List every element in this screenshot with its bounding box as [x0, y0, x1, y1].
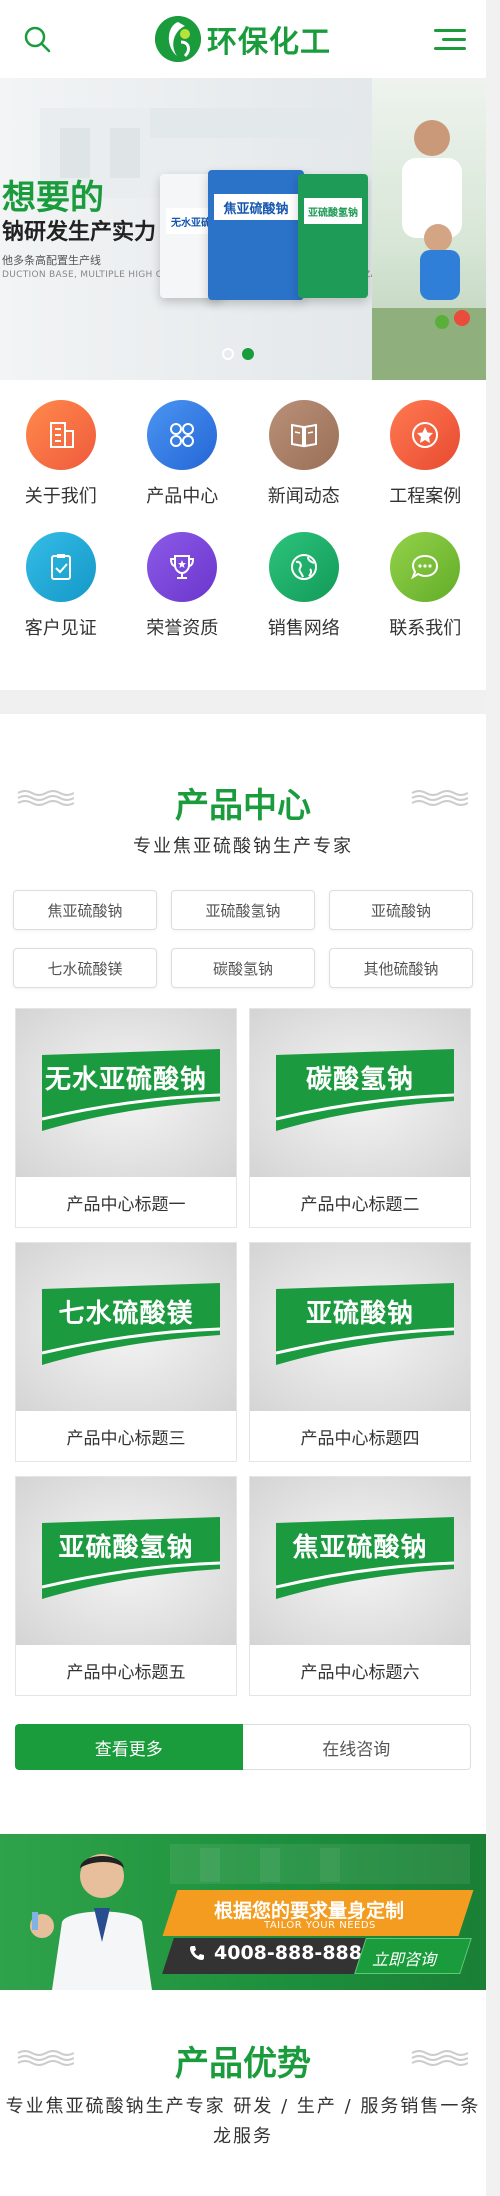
search-icon[interactable] [20, 22, 54, 56]
products-subtitle: 专业焦亚硫酸钠生产专家 [133, 836, 353, 857]
product-actions: 查看更多 在线咨询 [15, 1724, 471, 1770]
category-tag[interactable]: 七水硫酸镁 [13, 948, 157, 988]
category-tag[interactable]: 亚硫酸氢钠 [171, 890, 315, 930]
page-scrollbar[interactable] [486, 0, 500, 2196]
pagination-dot[interactable] [222, 348, 234, 360]
product-bag: 焦亚硫酸钠 [208, 170, 304, 300]
cta-title: 根据您的要求量身定制 [214, 1900, 405, 1922]
advantages-subtitle: 专业焦亚硫酸钠生产专家 研发 / 生产 / 服务销售一条龙服务 [5, 2096, 481, 2147]
online-consult-button[interactable]: 在线咨询 [242, 1724, 471, 1770]
hero-banner[interactable]: 想要的 钠研发生产实力 他多条高配置生产线 DUCTION BASE, MULT… [0, 78, 486, 380]
product-grid: 无水亚硫酸钠 产品中心标题一 碳酸氢钠 产品中心标题二 七水硫酸镁 产品中心标题… [15, 1008, 471, 1696]
product-image: 亚硫酸氢钠 [16, 1477, 236, 1645]
banner-headline: 想要的 [2, 178, 104, 218]
product-image-text: 碳酸氢钠 [305, 1065, 414, 1095]
custom-order-banner[interactable]: 根据您的要求量身定制 TAILOR YOUR NEEDS 4008-888-88… [0, 1834, 486, 1990]
phone-icon [190, 1946, 204, 1960]
globe-icon [268, 532, 339, 602]
site-logo[interactable]: 环保化工 [155, 16, 331, 62]
trophy-icon [147, 532, 218, 602]
cta-subtitle: TAILOR YOUR NEEDS [264, 1920, 376, 1931]
building-icon [25, 400, 96, 470]
cta-phone[interactable]: 4008-888-888 [188, 1942, 362, 1964]
nav-item-label: 产品中心 [146, 486, 219, 507]
book-icon [268, 400, 339, 470]
product-card[interactable]: 亚硫酸氢钠 产品中心标题五 [15, 1476, 237, 1696]
product-caption: 产品中心标题一 [66, 1194, 186, 1215]
logo-mark-icon [155, 16, 201, 62]
nav-item-about[interactable]: 关于我们 [0, 400, 122, 508]
nav-item-label: 客户见证 [24, 618, 97, 639]
bag-label: 焦亚硫酸钠 [214, 194, 298, 220]
wave-decoration-icon [411, 790, 468, 806]
category-tag[interactable]: 焦亚硫酸钠 [13, 890, 157, 930]
product-image: 碳酸氢钠 [250, 1009, 470, 1177]
section-divider [0, 690, 486, 714]
nav-item-label: 工程案例 [389, 486, 462, 507]
bag-label: 亚硫酸氢钠 [304, 198, 362, 224]
banner-pagination [222, 348, 254, 360]
product-image-text: 亚硫酸钠 [305, 1299, 414, 1329]
product-card[interactable]: 焦亚硫酸钠 产品中心标题六 [249, 1476, 471, 1696]
nav-item-testimonials[interactable]: 客户见证 [0, 532, 122, 640]
cta-consult-button[interactable]: 立即咨询 [372, 1946, 436, 1970]
product-image: 焦亚硫酸钠 [250, 1477, 470, 1645]
quick-nav: 关于我们 产品中心 新闻动态 工程案例 客户见证 荣誉资质 销售网络 联系我们 [0, 400, 486, 640]
cta-phone-number: 4008-888-888 [214, 1942, 362, 1964]
pagination-dot-active[interactable] [242, 348, 254, 360]
nav-item-news[interactable]: 新闻动态 [243, 400, 365, 508]
product-category-tags: 焦亚硫酸钠 亚硫酸氢钠 亚硫酸钠 七水硫酸镁 碳酸氢钠 其他硫酸钠 [13, 890, 473, 988]
nav-item-label: 新闻动态 [267, 486, 340, 507]
clipboard-check-icon [25, 532, 96, 602]
product-card[interactable]: 亚硫酸钠 产品中心标题四 [249, 1242, 471, 1462]
nav-item-cases[interactable]: 工程案例 [365, 400, 487, 508]
wave-decoration-icon [411, 2050, 468, 2066]
product-card[interactable]: 碳酸氢钠 产品中心标题二 [249, 1008, 471, 1228]
star-icon [390, 400, 461, 470]
doctor-illustration [30, 1854, 152, 1990]
view-more-button[interactable]: 查看更多 [15, 1724, 243, 1770]
product-bag: 亚硫酸氢钠 [298, 174, 368, 298]
nav-item-honors[interactable]: 荣誉资质 [122, 532, 244, 640]
product-image-text: 焦亚硫酸钠 [292, 1533, 428, 1563]
menu-icon[interactable] [432, 22, 466, 56]
nav-item-products[interactable]: 产品中心 [122, 400, 244, 508]
nav-item-label: 荣誉资质 [146, 618, 219, 639]
product-caption: 产品中心标题六 [300, 1662, 420, 1683]
category-tag[interactable]: 亚硫酸钠 [329, 890, 473, 930]
banner-subline: 钠研发生产实力 [2, 220, 157, 245]
product-caption: 产品中心标题二 [300, 1194, 420, 1215]
product-image-text: 七水硫酸镁 [58, 1299, 194, 1329]
product-image: 无水亚硫酸钠 [16, 1009, 236, 1177]
nav-item-label: 联系我们 [389, 618, 462, 639]
product-image-text: 无水亚硫酸钠 [44, 1065, 207, 1095]
logo-text: 环保化工 [207, 25, 331, 60]
site-header: 环保化工 [0, 0, 486, 78]
family-photo [372, 78, 486, 380]
product-caption: 产品中心标题五 [66, 1662, 186, 1683]
nav-item-label: 关于我们 [24, 486, 97, 507]
banner-small-line: 他多条高配置生产线 [2, 254, 101, 267]
product-image-text: 亚硫酸氢钠 [58, 1533, 194, 1563]
product-caption: 产品中心标题四 [300, 1428, 420, 1449]
grid-icon [147, 400, 218, 470]
product-image: 七水硫酸镁 [16, 1243, 236, 1411]
nav-item-network[interactable]: 销售网络 [243, 532, 365, 640]
product-image: 亚硫酸钠 [250, 1243, 470, 1411]
nav-item-contact[interactable]: 联系我们 [365, 532, 487, 640]
category-tag[interactable]: 碳酸氢钠 [171, 948, 315, 988]
product-card[interactable]: 无水亚硫酸钠 产品中心标题一 [15, 1008, 237, 1228]
chat-icon [390, 532, 461, 602]
product-caption: 产品中心标题三 [66, 1428, 186, 1449]
category-tag[interactable]: 其他硫酸钠 [329, 948, 473, 988]
product-card[interactable]: 七水硫酸镁 产品中心标题三 [15, 1242, 237, 1462]
nav-item-label: 销售网络 [267, 618, 340, 639]
